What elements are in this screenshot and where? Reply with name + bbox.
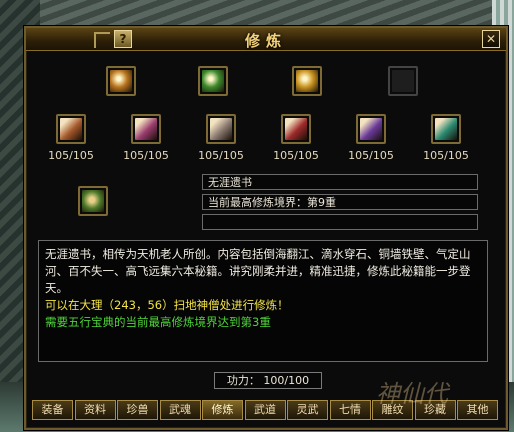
tab-4[interactable]: 修炼 [202,400,243,420]
selected-book-extra [202,214,478,230]
selected-book-level: 当前最高修炼境界：第9重 [202,194,478,210]
description-text: 无涯遗书，相传为天机老人所创。内容包括倒海翻江、滴水穿石、铜墙铁壁、气定山河、百… [45,247,471,295]
skill-scroll-grey-icon[interactable] [206,114,236,144]
book-scroll-icon[interactable] [106,66,136,96]
wuya-book-icon[interactable] [78,186,108,216]
cultivation-window: ? 修炼 ✕ 105/105 105/105 105/105 105/105 105/1… [24,26,508,430]
skill-scroll-purple-icon[interactable] [356,114,386,144]
window-title: 修炼 [244,32,287,50]
golden-tome-icon[interactable] [292,66,322,96]
jade-book-icon[interactable] [198,66,228,96]
window-titlebar[interactable]: ? 修炼 ✕ [26,28,506,51]
empty-slot-icon[interactable] [388,66,418,96]
tab-3[interactable]: 武魂 [159,400,201,420]
skill-count: 105/105 [423,149,469,162]
description-panel: 无涯遗书，相传为天机老人所创。内容包括倒海翻江、滴水穿石、铜墙铁壁、气定山河、百… [38,240,488,362]
requirement-hint: 需要五行宝典的当前最高修炼境界达到第3重 [45,315,271,329]
power-box: 功力： 100/100 [214,372,322,389]
tab-1[interactable]: 资料 [74,400,116,420]
skill-scroll-teal-icon[interactable] [431,114,461,144]
close-button[interactable]: ✕ [482,30,500,48]
skill-count: 105/105 [198,149,244,162]
skill-count: 105/105 [273,149,319,162]
watermark-logo: 神仙代 [376,380,448,408]
tab-5[interactable]: 武道 [244,400,286,420]
tab-2[interactable]: 珍兽 [117,400,158,420]
skill-count: 105/105 [123,149,169,162]
skill-count: 105/105 [48,149,94,162]
selected-book-name: 无涯遗书 [202,174,478,190]
location-hint[interactable]: 可以在大理（243，56）扫地神僧处进行修炼！ [45,297,481,314]
skill-count: 105/105 [348,149,394,162]
skill-scroll-pink-icon[interactable] [131,114,161,144]
skill-scroll-orange-icon[interactable] [56,114,86,144]
tab-7[interactable]: 七情 [329,400,371,420]
tab-0[interactable]: 装备 [32,400,73,420]
power-label: 功力： [226,374,260,387]
tab-6[interactable]: 灵武 [287,400,328,420]
power-value: 100/100 [263,374,310,387]
skill-scroll-red-icon[interactable] [281,114,311,144]
